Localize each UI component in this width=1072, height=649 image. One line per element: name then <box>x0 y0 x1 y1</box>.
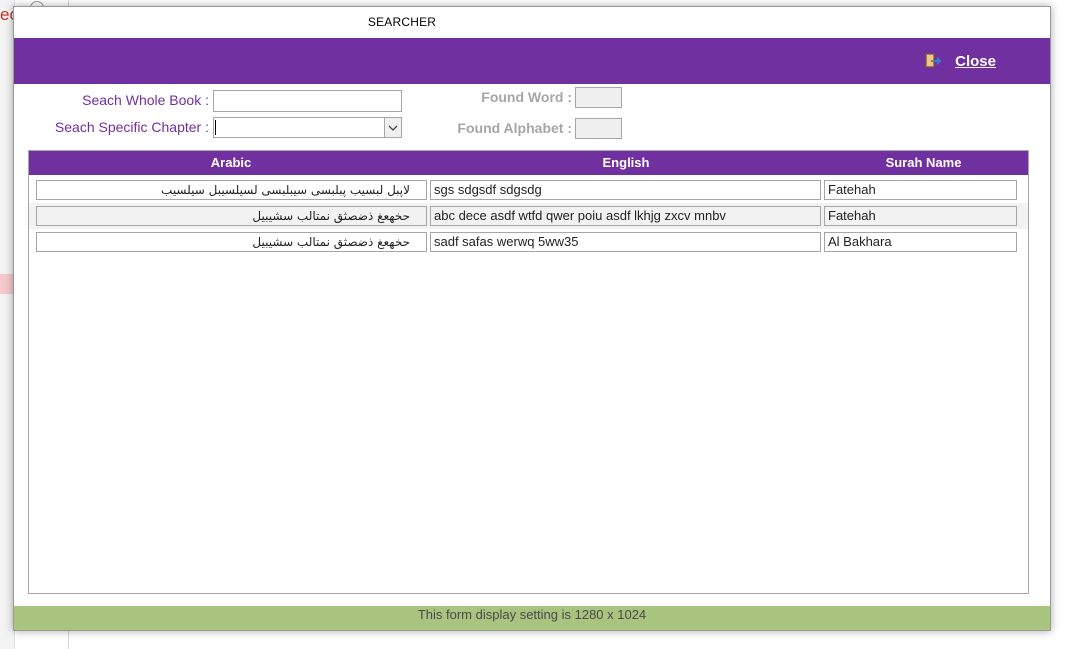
found-alphabet-label: Found Alphabet : <box>457 120 572 136</box>
chapter-dropdown-button[interactable] <box>384 118 401 137</box>
window-title: SEARCHER <box>367 15 437 29</box>
arabic-text: لاپبل لبسیب پبلبسی سیبلبسی لسیلسیبل سیلس… <box>161 183 410 197</box>
status-text: This form display setting is 1280 x 1024 <box>417 607 647 622</box>
whole-book-label: Seach Whole Book : <box>82 92 209 108</box>
found-word-box <box>575 87 622 108</box>
exit-door-icon <box>923 52 942 70</box>
whole-book-input[interactable] <box>213 90 402 112</box>
chevron-down-icon <box>388 125 398 131</box>
title-bar[interactable]: SEARCHER <box>14 7 1050 37</box>
background-highlight <box>0 274 14 294</box>
close-button[interactable]: Close <box>923 50 996 72</box>
found-alphabet-box <box>575 118 622 139</box>
status-bar: This form display setting is 1280 x 1024 <box>14 606 1050 630</box>
chapter-label: Seach Specific Chapter : <box>54 119 209 135</box>
arabic-cell[interactable]: حخهعغ ذضصثق نمتالب سشیبیل <box>36 206 427 226</box>
english-cell[interactable]: sgs sdgsdf sdgsdg <box>430 180 821 200</box>
found-word-label: Found Word : <box>481 89 572 105</box>
chapter-select[interactable] <box>213 117 402 138</box>
arabic-cell[interactable]: لاپبل لبسیب پبلبسی سیبلبسی لسیلسیبل سیلس… <box>36 180 427 200</box>
arabic-cell[interactable]: حخهعغ ذضصثق نمتالب سشیبیل <box>36 232 427 252</box>
close-label: Close <box>955 52 996 70</box>
header-band: Close <box>14 38 1050 84</box>
surah-cell[interactable]: Al Bakhara <box>824 232 1017 252</box>
column-header-arabic[interactable]: Arabic <box>29 151 433 175</box>
column-header-english[interactable]: English <box>433 151 819 175</box>
searcher-dialog: SEARCHER Close Seach Whole Book : Seach … <box>13 6 1051 631</box>
surah-cell[interactable]: Fatehah <box>824 180 1017 200</box>
column-header-surah[interactable]: Surah Name <box>819 151 1028 175</box>
results-table: Arabic English Surah Name لاپبل لبسیب پب… <box>28 150 1029 594</box>
table-row[interactable]: لاپبل لبسیب پبلبسی سیبلبسی لسیلسیبل سیلس… <box>29 177 1028 222</box>
table-row[interactable]: حخهعغ ذضصثق نمتالب سشیبیل sadf safas wer… <box>29 229 1028 255</box>
surah-cell[interactable]: Fatehah <box>824 206 1017 226</box>
english-cell[interactable]: sadf safas werwq 5ww35 <box>430 232 821 252</box>
table-header: Arabic English Surah Name <box>29 151 1028 175</box>
text-caret <box>215 120 216 135</box>
english-cell[interactable]: abc dece asdf wtfd qwer poiu asdf lkhjg … <box>430 206 821 226</box>
table-row[interactable]: حخهعغ ذضصثق نمتالب سشیبیل abc dece asdf … <box>29 203 1028 229</box>
